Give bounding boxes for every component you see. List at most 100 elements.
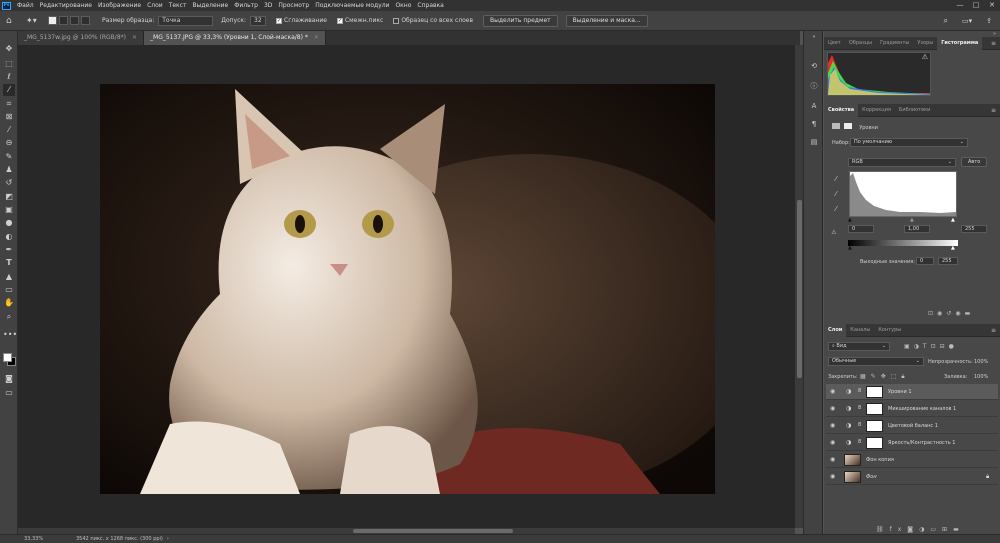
type-filter-icon[interactable]: T	[923, 343, 931, 350]
eye-icon[interactable]: ◉	[830, 456, 835, 463]
menu-3d[interactable]: 3D	[261, 2, 275, 9]
gradient-tool-icon[interactable]: ▣	[3, 204, 15, 216]
tab-document-1[interactable]: _MG_5137w.jpg @ 100% (RGB/8*) ✕	[18, 31, 145, 45]
crop-tool-icon[interactable]: ⌗	[3, 98, 15, 110]
warning-icon[interactable]: ⚠	[922, 53, 928, 61]
tab-gradients[interactable]: Градиенты	[876, 37, 913, 50]
tab-document-2[interactable]: _MG_5137.JPG @ 33,3% (Уровни 1, Слой-мас…	[144, 31, 326, 45]
channel-select[interactable]: RGB ⌄	[848, 158, 956, 167]
tab-patterns[interactable]: Узоры	[913, 37, 937, 50]
lock-position-icon[interactable]: ✥	[881, 373, 891, 380]
eye-icon[interactable]: ◉	[830, 422, 835, 429]
menu-filter[interactable]: Фильтр	[231, 2, 261, 9]
move-tool-icon[interactable]: ✥	[3, 43, 15, 55]
lock-pixels-icon[interactable]: ✎	[871, 373, 881, 380]
visibility-icon[interactable]: ◉	[955, 310, 964, 317]
rectangle-tool-icon[interactable]: ▭	[3, 284, 15, 296]
menu-window[interactable]: Окно	[392, 2, 414, 9]
more-tools-icon[interactable]: •••	[3, 329, 17, 341]
black-point-eyedropper-icon[interactable]: ⁄	[830, 174, 842, 185]
input-white-field[interactable]: 255	[961, 225, 987, 233]
horizontal-scroll-thumb[interactable]	[353, 529, 513, 533]
gamma-input-handle[interactable]: ▲	[910, 217, 914, 223]
path-select-icon[interactable]: ▲	[3, 271, 15, 283]
adjustment-filter-icon[interactable]: ◑	[914, 343, 923, 350]
antialias-checkbox[interactable]: ✓	[276, 17, 283, 24]
layer-row[interactable]: ◉ ◑ 8 Уровни 1	[826, 384, 998, 400]
filter-toggle-icon[interactable]: ●	[949, 343, 958, 350]
black-output-handle[interactable]: ▲	[848, 245, 852, 251]
menu-plugins[interactable]: Подключаемые модули	[312, 2, 392, 9]
paragraph-panel-icon[interactable]: ¶	[808, 119, 820, 130]
reset-icon[interactable]: ↺	[946, 310, 955, 317]
delete-icon[interactable]: ▬	[965, 310, 975, 317]
panel-menu-icon[interactable]: ≡	[991, 107, 996, 114]
delete-layer-icon[interactable]: ▬	[953, 526, 965, 533]
brush-tool-icon[interactable]: ✎	[3, 151, 15, 163]
tab-color[interactable]: Цвет	[824, 37, 845, 50]
new-group-icon[interactable]: ▭	[930, 526, 942, 533]
panel-menu-icon[interactable]: ≡	[991, 327, 996, 334]
tab-layers[interactable]: Слои	[824, 323, 847, 337]
output-levels-slider[interactable]: ▲ ▲	[848, 245, 958, 251]
new-selection-icon[interactable]	[48, 16, 57, 25]
marquee-tool-icon[interactable]: ⬚	[3, 58, 15, 70]
view-previous-icon[interactable]: ◉	[937, 310, 946, 317]
subtract-selection-icon[interactable]	[70, 16, 79, 25]
tab-paths[interactable]: Контуры	[874, 324, 905, 337]
blur-tool-icon[interactable]: ●	[3, 217, 15, 229]
menu-edit[interactable]: Редактирование	[37, 2, 95, 9]
minimize-button[interactable]: —	[952, 0, 968, 11]
lock-all-icon[interactable]: 🔒︎	[901, 373, 909, 380]
close-icon[interactable]: ✕	[132, 34, 137, 41]
hand-tool-icon[interactable]: ✋	[3, 297, 15, 309]
layer-mask-thumbnail[interactable]	[866, 386, 883, 398]
clipping-warning-icon[interactable]: ⚠	[828, 227, 840, 238]
menu-type[interactable]: Текст	[166, 2, 190, 9]
add-mask-icon[interactable]: ◙	[907, 526, 919, 533]
magic-wand-icon[interactable]: ✦▾	[26, 16, 42, 25]
preset-select[interactable]: По умолчанию ⌄	[850, 138, 968, 147]
input-levels-slider[interactable]: ▲ ▲ ▲	[848, 217, 958, 223]
new-adjustment-icon[interactable]: ◑	[919, 526, 930, 533]
layer-row[interactable]: ◉ ◑ 8 Микширование каналов 1	[826, 401, 998, 417]
opacity-value[interactable]: 100%	[974, 359, 988, 365]
white-input-handle[interactable]: ▲	[951, 217, 955, 223]
eye-icon[interactable]: ◉	[830, 405, 835, 412]
select-mask-button[interactable]: Выделение и маска...	[565, 14, 648, 27]
layer-mask-thumbnail[interactable]	[866, 403, 883, 415]
layer-name[interactable]: Уровни 1	[888, 389, 912, 395]
layer-name[interactable]: Микширование каналов 1	[888, 406, 956, 412]
all-layers-checkbox[interactable]	[393, 17, 400, 24]
black-input-handle[interactable]: ▲	[848, 217, 852, 223]
add-selection-icon[interactable]	[59, 16, 68, 25]
screen-mode-icon[interactable]: ▭	[3, 387, 15, 399]
layer-filter-select[interactable]: ⌕ Вид ⌄	[828, 342, 890, 351]
menu-select[interactable]: Выделение	[189, 2, 231, 9]
lasso-tool-icon[interactable]: ℓ	[3, 71, 15, 83]
pen-tool-icon[interactable]: ✒	[3, 244, 15, 256]
lock-transparency-icon[interactable]: ▦	[860, 373, 871, 380]
auto-button[interactable]: Авто	[961, 157, 988, 167]
tolerance-input[interactable]: 32	[250, 15, 267, 26]
layer-name[interactable]: Цветовой баланс 1	[888, 423, 938, 429]
share-icon[interactable]: ⇪	[986, 17, 992, 25]
eye-icon[interactable]: ◉	[830, 388, 835, 395]
dock-icon[interactable]: ▤	[808, 137, 820, 148]
layer-name[interactable]: Яркость/Контрастность 1	[888, 440, 955, 446]
layer-name[interactable]: Фон копия	[866, 457, 894, 463]
shape-filter-icon[interactable]: ⊡	[931, 343, 940, 350]
dodge-tool-icon[interactable]: ◐	[3, 231, 15, 243]
healing-tool-icon[interactable]: ⊖	[3, 137, 15, 149]
zoom-tool-icon[interactable]: ⌕	[3, 311, 15, 323]
foreground-color-swatch[interactable]	[3, 353, 12, 362]
menu-file[interactable]: Файл	[14, 2, 37, 9]
layer-row[interactable]: ◉ ◑ 8 Яркость/Контрастность 1	[826, 435, 998, 451]
menu-layers[interactable]: Слои	[144, 2, 166, 9]
contiguous-checkbox[interactable]: ✓	[336, 17, 343, 24]
tab-adjustments[interactable]: Коррекция	[858, 104, 895, 117]
eye-icon[interactable]: ◉	[830, 439, 835, 446]
white-point-eyedropper-icon[interactable]: ⁄	[830, 204, 842, 215]
status-arrow-icon[interactable]: ›	[167, 536, 169, 542]
tab-libraries[interactable]: Библиотеки	[895, 104, 935, 117]
